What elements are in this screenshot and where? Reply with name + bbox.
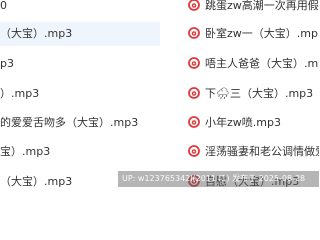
netease-music-icon bbox=[188, 27, 200, 39]
list-item[interactable]: 淫荡骚妻和老公调情做爱 bbox=[186, 140, 319, 164]
netease-music-icon bbox=[188, 145, 200, 157]
file-name: 小年zw喷.mp3 bbox=[205, 116, 281, 129]
netease-music-icon bbox=[188, 0, 200, 11]
list-item[interactable]: 跳蛋zw高潮一次再用假阳 bbox=[186, 0, 319, 18]
file-name: 的爱爱舌吻多（大宝）.mp3 bbox=[0, 116, 139, 129]
file-name: 宝）.mp3 bbox=[0, 145, 51, 158]
file-name: 卧室zw一（大宝）.mp3 bbox=[205, 27, 319, 40]
file-name: 跳蛋zw高潮一次再用假阳 bbox=[205, 0, 319, 12]
file-name: p3 bbox=[0, 57, 14, 70]
file-name: 淫荡骚妻和老公调情做爱 bbox=[205, 145, 319, 158]
netease-music-icon bbox=[188, 116, 200, 128]
file-name: 下🌧三（大宝）.mp3 bbox=[205, 87, 314, 100]
list-item[interactable]: 宝）.mp3 bbox=[0, 140, 160, 164]
file-name: （大宝）.mp3 bbox=[0, 175, 73, 188]
list-item[interactable]: 0 bbox=[0, 0, 160, 18]
file-name: 唔主人爸爸（大宝）.mp3 bbox=[205, 57, 319, 70]
list-item[interactable]: 的爱爱舌吻多（大宝）.mp3 bbox=[0, 111, 160, 135]
netease-music-icon bbox=[188, 57, 200, 69]
file-name: ）.mp3 bbox=[0, 87, 40, 100]
list-item[interactable]: p3 bbox=[0, 52, 160, 76]
file-name: （大宝）.mp3 bbox=[0, 27, 73, 40]
netease-music-icon bbox=[188, 87, 200, 99]
list-item[interactable]: （大宝）.mp3 bbox=[0, 22, 160, 46]
file-name: 0 bbox=[0, 0, 7, 12]
list-item[interactable]: 唔主人爸爸（大宝）.mp3 bbox=[186, 52, 319, 76]
list-item[interactable]: 下🌧三（大宝）.mp3 bbox=[186, 82, 319, 106]
list-item[interactable]: ）.mp3 bbox=[0, 82, 160, 106]
list-item[interactable]: 卧室zw一（大宝）.mp3 bbox=[186, 22, 319, 46]
list-item[interactable]: 小年zw喷.mp3 bbox=[186, 111, 319, 135]
uploader-watermark: UP: w123765342l(2011 f1) 发布于 2025-08-28 bbox=[118, 171, 319, 187]
